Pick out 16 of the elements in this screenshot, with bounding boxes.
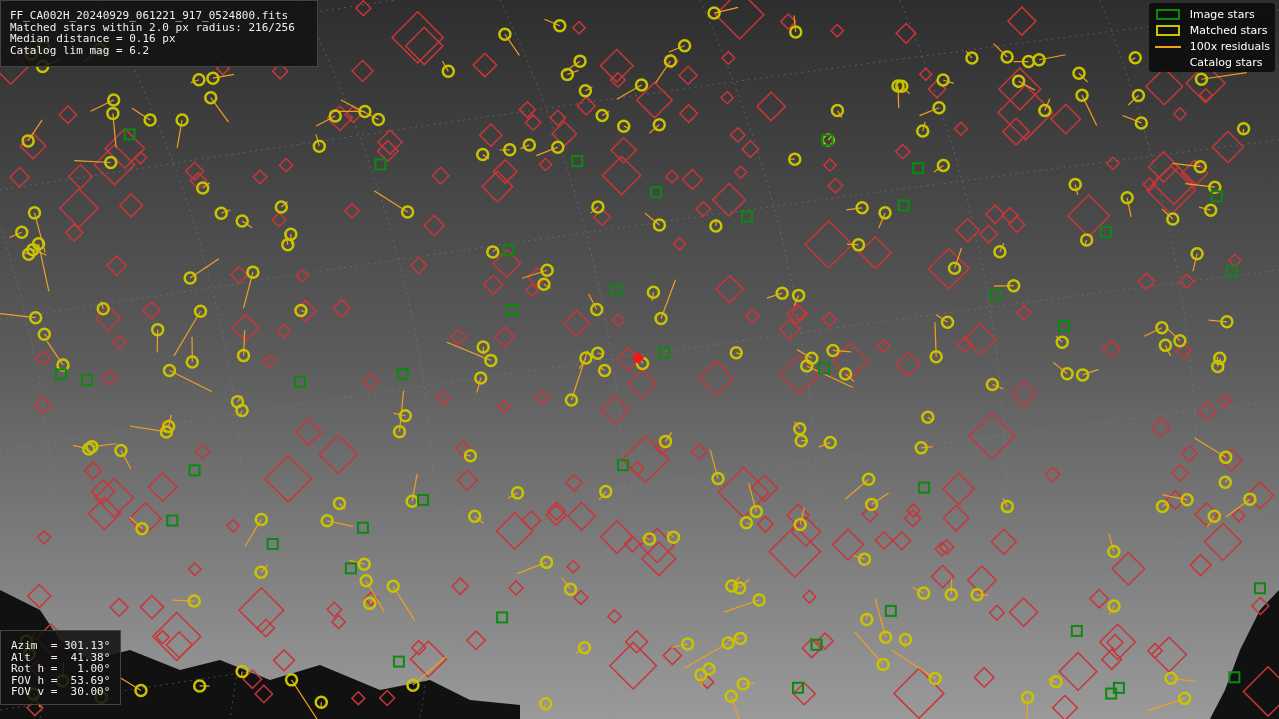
legend-label: 100x residuals xyxy=(1189,40,1270,53)
info-text: Azim = 301.13° xyxy=(11,640,112,652)
legend-label: Image stars xyxy=(1189,8,1255,21)
info-text: FOV v = 30.00° xyxy=(11,686,112,698)
info-text: Catalog lim mag = 6.2 xyxy=(10,44,151,56)
residual-line-swatch xyxy=(1154,45,1181,48)
info-text: Median distance = 0.16 px xyxy=(10,33,176,45)
info-text: FOV h = 53.69° xyxy=(11,674,112,686)
info-text: Rot h = 1.00° xyxy=(11,663,112,675)
info-text: FF_CA002H_20240929_061221_917_0524800.fits xyxy=(10,10,290,22)
matched-star-swatch xyxy=(1155,25,1180,36)
legend-label: Matched stars xyxy=(1189,24,1268,37)
legend-label: Catalog stars xyxy=(1189,56,1263,69)
info-text: Alt = 41.38° xyxy=(11,651,112,663)
image-star-swatch xyxy=(1155,9,1180,20)
info-text: Matched stars within 2.0 px radius: 216/256 xyxy=(10,21,296,33)
